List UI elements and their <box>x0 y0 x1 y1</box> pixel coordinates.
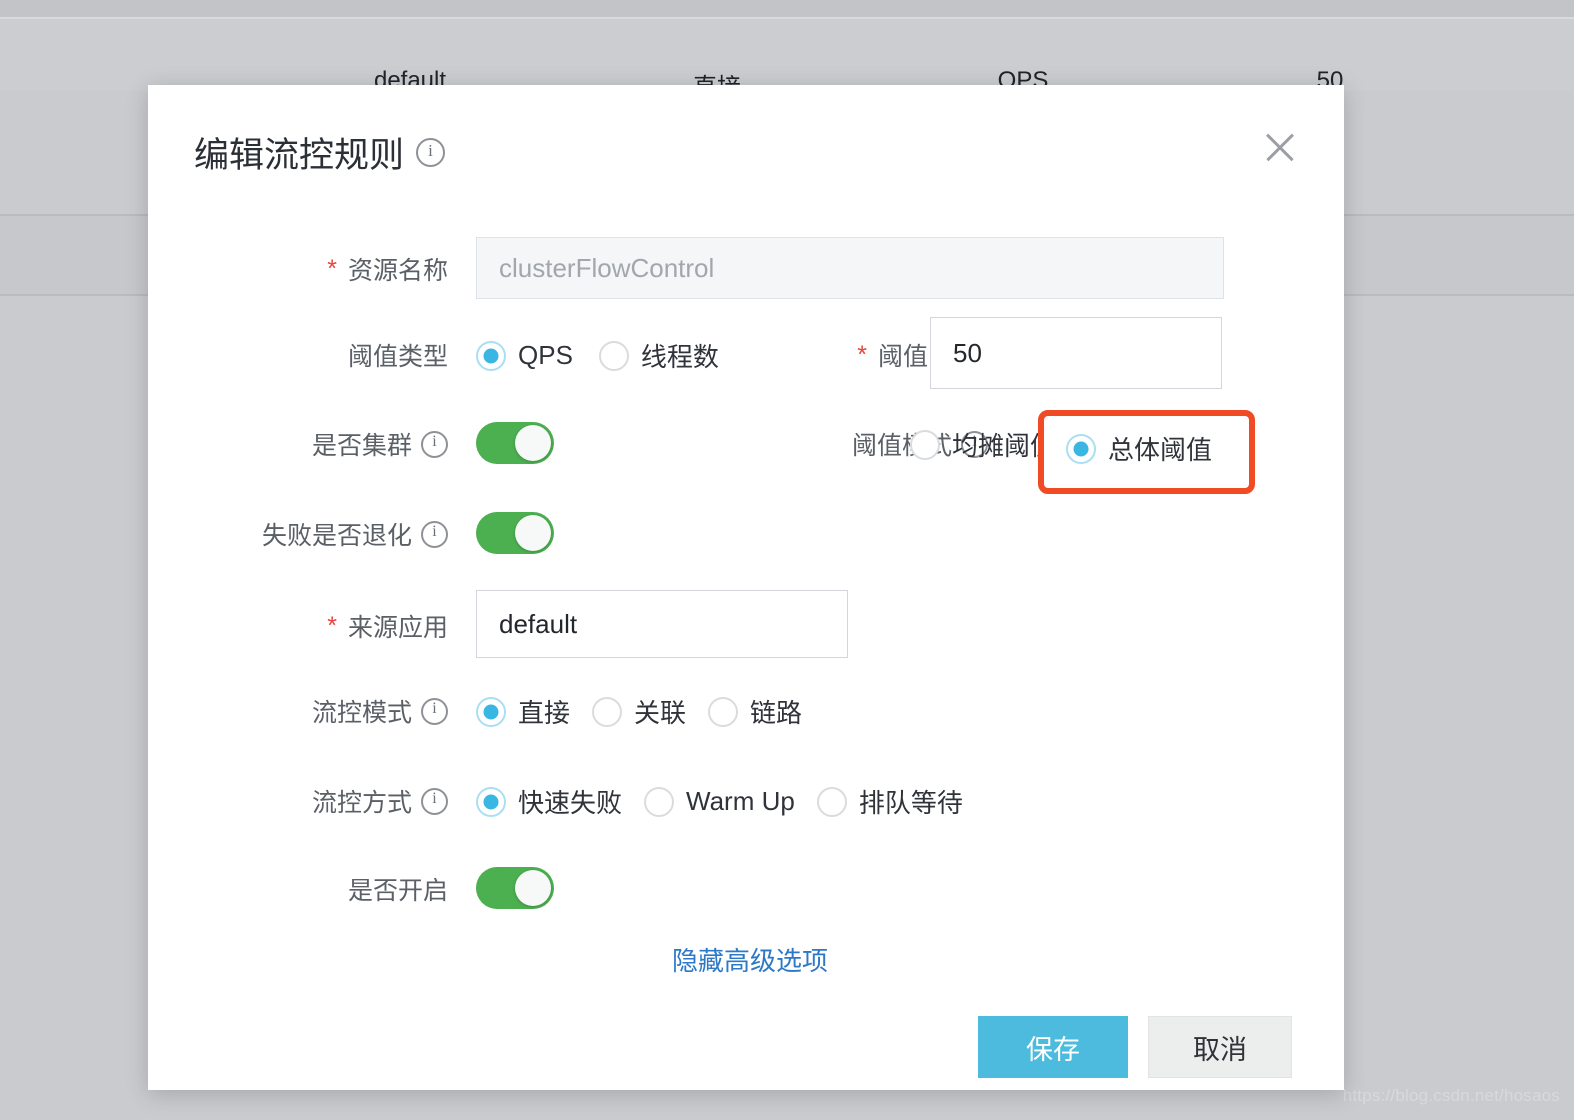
radio-dot-icon <box>910 429 940 460</box>
radio-dot-icon <box>592 696 623 727</box>
radio-flow-mode-chain[interactable]: 链路 <box>708 693 802 730</box>
is-enabled-label: 是否开启 <box>148 871 448 907</box>
field-row-threshold-type: 阈值类型 QPS 线程数 * 阈值 50 <box>148 317 1344 389</box>
is-cluster-info-icon[interactable] <box>421 430 448 458</box>
radio-label: Warm Up <box>686 786 795 816</box>
is-cluster-label-text: 是否集群 <box>311 432 412 460</box>
radio-label: 链路 <box>750 698 803 728</box>
threshold-type-radio-group: QPS 线程数 <box>476 337 719 374</box>
radio-flow-strategy-queue[interactable]: 排队等待 <box>816 783 963 820</box>
resource-name-label-text: 资源名称 <box>347 257 448 285</box>
radio-dot-icon <box>1066 433 1096 464</box>
background-table-row: default 直接 QPS 50 <box>0 19 1574 101</box>
radio-threshold-type-threads[interactable]: 线程数 <box>598 337 719 374</box>
radio-label: 快速失败 <box>518 788 623 818</box>
flow-mode-radio-group: 直接 关联 链路 <box>476 693 802 730</box>
required-marker: * <box>327 611 337 640</box>
background-top-strip <box>0 0 1574 18</box>
radio-flow-strategy-warm-up[interactable]: Warm Up <box>644 786 795 817</box>
radio-dot-icon <box>708 696 739 727</box>
field-row-fail-degrade: 失败是否退化 <box>148 500 1344 562</box>
threshold-type-label: 阈值类型 <box>148 337 448 373</box>
is-enabled-label-text: 是否开启 <box>347 877 448 905</box>
field-row-source-app: * 来源应用 default <box>148 590 1344 658</box>
dialog-title: 编辑流控规则 <box>194 127 446 178</box>
source-app-value: default <box>499 609 578 639</box>
threshold-value-input[interactable]: 50 <box>930 317 1222 389</box>
flow-strategy-label-text: 流控方式 <box>311 789 412 817</box>
required-marker: * <box>327 254 337 283</box>
fail-degrade-toggle[interactable] <box>476 512 554 554</box>
flow-mode-info-icon[interactable] <box>421 697 448 725</box>
threshold-value-label: * 阈值 <box>768 337 928 373</box>
title-info-icon[interactable] <box>416 138 446 167</box>
source-app-input[interactable]: default <box>476 590 848 658</box>
flow-strategy-info-icon[interactable] <box>421 787 448 815</box>
radio-label: 排队等待 <box>858 788 963 818</box>
resource-name-label: * 资源名称 <box>148 251 448 287</box>
radio-label: 总体阈值 <box>1108 435 1213 465</box>
fail-degrade-info-icon[interactable] <box>421 520 448 548</box>
radio-threshold-mode-total[interactable]: 总体阈值 <box>1066 430 1212 467</box>
radio-label: 关联 <box>634 698 687 728</box>
save-button[interactable]: 保存 <box>978 1016 1128 1078</box>
fail-degrade-label: 失败是否退化 <box>148 516 448 552</box>
flow-mode-label-text: 流控模式 <box>311 699 412 727</box>
radio-label: 直接 <box>518 698 571 728</box>
radio-dot-icon <box>476 696 506 727</box>
watermark: https://blog.csdn.net/hosaos <box>1342 1086 1560 1105</box>
source-app-label: * 来源应用 <box>148 608 448 644</box>
radio-dot-icon <box>644 786 675 817</box>
radio-dot-icon <box>476 786 506 817</box>
radio-dot-icon <box>816 786 847 817</box>
source-app-label-text: 来源应用 <box>347 614 448 642</box>
radio-threshold-type-qps[interactable]: QPS <box>476 340 573 371</box>
toggle-advanced-options-link[interactable]: 隐藏高级选项 <box>672 941 828 978</box>
threshold-value-text: 50 <box>953 338 982 368</box>
resource-name-input[interactable]: clusterFlowControl <box>476 237 1224 299</box>
flow-mode-label: 流控模式 <box>148 693 448 729</box>
is-cluster-label: 是否集群 <box>148 426 448 462</box>
dialog-title-text: 编辑流控规则 <box>194 136 405 175</box>
field-row-flow-strategy: 流控方式 快速失败 Warm Up 排队等待 <box>148 767 1344 829</box>
radio-flow-strategy-fast-fail[interactable]: 快速失败 <box>476 783 622 820</box>
threshold-value-label-text: 阈值 <box>877 343 928 371</box>
cancel-button[interactable]: 取消 <box>1148 1016 1292 1078</box>
required-marker: * <box>857 340 867 369</box>
flow-strategy-radio-group: 快速失败 Warm Up 排队等待 <box>476 783 963 820</box>
radio-label: 线程数 <box>640 342 719 372</box>
is-cluster-toggle[interactable] <box>476 422 554 464</box>
radio-dot-icon <box>598 340 629 371</box>
fail-degrade-label-text: 失败是否退化 <box>261 522 412 550</box>
field-row-is-enabled: 是否开启 <box>148 855 1344 917</box>
field-row-resource-name: * 资源名称 clusterFlowControl <box>148 237 1344 299</box>
is-enabled-toggle[interactable] <box>476 867 554 909</box>
radio-dot-icon <box>476 340 506 371</box>
threshold-mode-selected-option: 总体阈值 <box>1066 430 1212 467</box>
resource-name-value: clusterFlowControl <box>499 253 715 283</box>
radio-flow-mode-associated[interactable]: 关联 <box>592 693 686 730</box>
threshold-type-label-text: 阈值类型 <box>347 343 448 371</box>
radio-label: QPS <box>518 340 573 370</box>
flow-strategy-label: 流控方式 <box>148 783 448 819</box>
close-icon[interactable] <box>1258 125 1302 169</box>
radio-threshold-mode-average[interactable]: 均摊阈值 <box>910 426 1056 463</box>
edit-flow-rule-dialog: 编辑流控规则 * 资源名称 clusterFlowControl 阈值类型 QP… <box>148 85 1344 1090</box>
field-row-flow-mode: 流控模式 直接 关联 链路 <box>148 677 1344 739</box>
page-root: default 直接 QPS 50 https://blog.csdn.net/… <box>0 0 1574 1120</box>
radio-flow-mode-direct[interactable]: 直接 <box>476 693 570 730</box>
